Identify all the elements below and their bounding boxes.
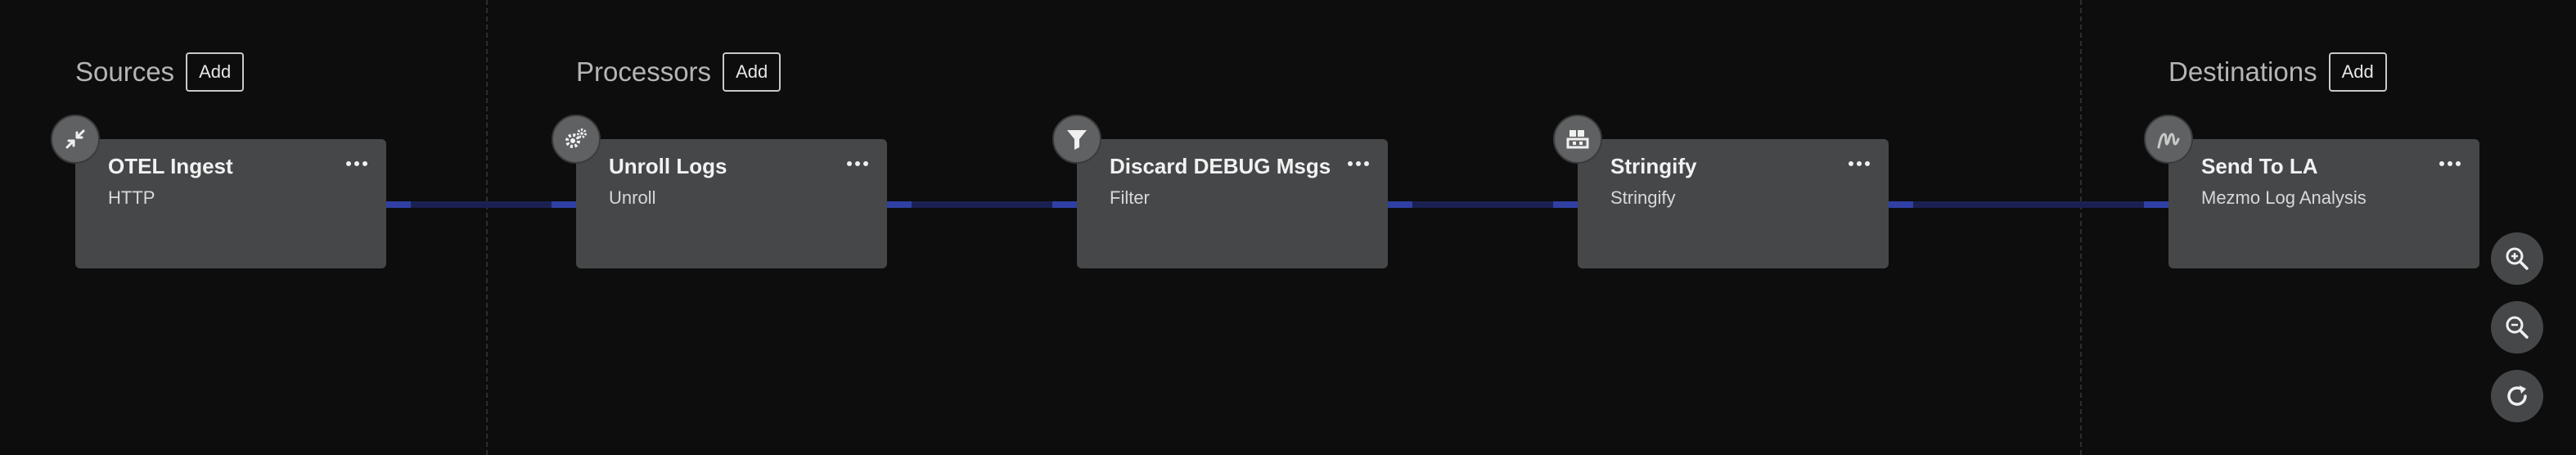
reset-view-icon[interactable] xyxy=(2491,370,2543,422)
node-title: Unroll Logs xyxy=(609,154,727,178)
pipeline-node-send-to-la[interactable]: Send To LA Mezmo Log Analysis xyxy=(2144,115,2479,268)
node-title: Discard DEBUG Msgs xyxy=(1110,154,1331,178)
node-menu-icon[interactable] xyxy=(342,152,372,175)
pipeline-connector xyxy=(887,201,1077,208)
pipeline-node-otel-ingest[interactable]: OTEL Ingest HTTP xyxy=(51,115,386,268)
sources-processors-divider xyxy=(486,0,488,455)
pipeline-node-discard-debug-msgs[interactable]: Discard DEBUG Msgs Filter xyxy=(1052,115,1388,268)
node-menu-icon[interactable] xyxy=(843,152,872,175)
gears-icon xyxy=(552,115,601,164)
processors-destinations-divider xyxy=(2080,0,2082,455)
sources-header: Sources Add xyxy=(75,51,245,93)
node-type: Mezmo Log Analysis xyxy=(2201,187,2367,208)
pipeline-connector xyxy=(1388,201,1578,208)
zoom-out-icon[interactable] xyxy=(2491,301,2543,354)
pipeline-connector xyxy=(386,201,576,208)
pipeline-node-stringify[interactable]: Stringify Stringify xyxy=(1553,115,1889,268)
node-menu-icon[interactable] xyxy=(1344,152,1373,175)
blocks-icon xyxy=(1553,115,1602,164)
pipeline-connector xyxy=(1889,201,2168,208)
node-type: HTTP xyxy=(108,187,155,208)
node-title: Stringify xyxy=(1610,154,1697,178)
destinations-header: Destinations Add xyxy=(2168,51,2387,93)
add-processor-button[interactable]: Add xyxy=(723,52,781,92)
processors-title: Processors xyxy=(576,56,712,87)
node-title: Send To LA xyxy=(2201,154,2318,178)
mezmo-logo-icon xyxy=(2144,115,2193,164)
node-type: Unroll xyxy=(609,187,656,208)
compress-arrows-icon xyxy=(51,115,100,164)
add-destination-button[interactable]: Add xyxy=(2328,52,2387,92)
processors-header: Processors Add xyxy=(576,51,781,93)
node-menu-icon[interactable] xyxy=(1844,152,1874,175)
node-menu-icon[interactable] xyxy=(2435,152,2465,175)
node-type: Stringify xyxy=(1610,187,1676,208)
destinations-title: Destinations xyxy=(2168,56,2317,87)
node-type: Filter xyxy=(1110,187,1150,208)
zoom-in-icon[interactable] xyxy=(2491,232,2543,285)
node-title: OTEL Ingest xyxy=(108,154,233,178)
sources-title: Sources xyxy=(75,56,175,87)
filter-icon xyxy=(1052,115,1101,164)
add-source-button[interactable]: Add xyxy=(186,52,245,92)
pipeline-node-unroll-logs[interactable]: Unroll Logs Unroll xyxy=(552,115,887,268)
